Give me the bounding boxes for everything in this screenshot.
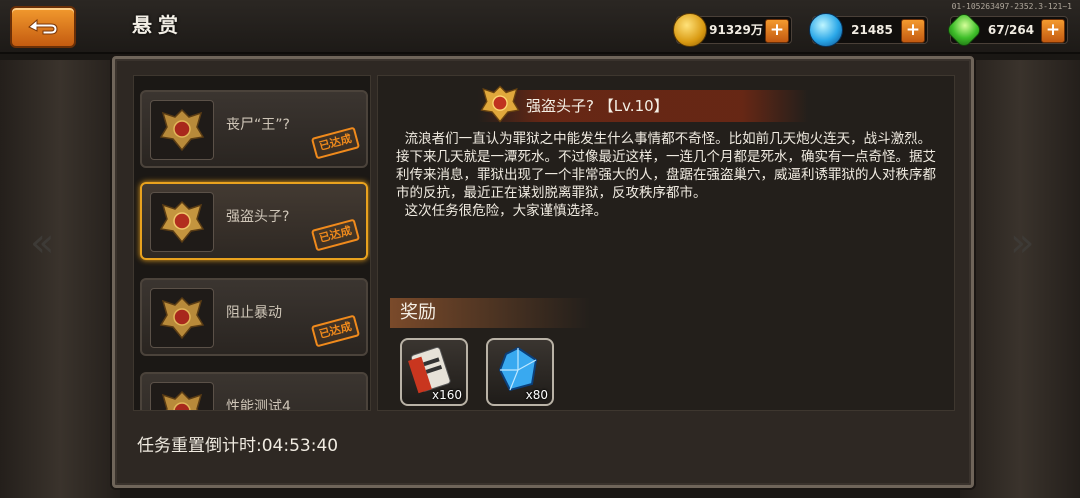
bounty-name: 性能测试4 <box>226 399 291 411</box>
bounty-item[interactable]: 阻止暴动 已达成 <box>140 278 368 356</box>
back-arrow-icon <box>28 18 58 35</box>
detail-emblem-icon <box>478 82 522 130</box>
chevron-left-icon: « <box>30 220 55 266</box>
bounty-name: 丧尸“王”? <box>226 117 290 133</box>
bounty-detail: 强盗头子? 【Lv.10】 流浪者们一直认为罪狱之中能发生什么事情都不奇怪。比如… <box>377 75 955 411</box>
add-energy-button[interactable]: + <box>1041 19 1065 43</box>
gem-resource: 21485 + <box>809 13 928 47</box>
completed-stamp: 已达成 <box>310 126 361 160</box>
completed-stamp: 已达成 <box>310 218 361 252</box>
gem-value: 21485 <box>851 23 893 37</box>
detail-title: 强盗头子? 【Lv.10】 <box>526 97 669 115</box>
bounty-emblem-frame <box>150 192 214 252</box>
reward-item[interactable]: x160 <box>400 338 468 406</box>
add-gem-button[interactable]: + <box>901 19 925 43</box>
reset-countdown: 任务重置倒计时:04:53:40 <box>137 436 339 456</box>
detail-description: 流浪者们一直认为罪狱之中能发生什么事情都不奇怪。比如前几天炮火连天，战斗激烈。接… <box>396 131 936 219</box>
bounty-item[interactable]: 性能测试4 <box>140 372 368 411</box>
blue-gem-icon <box>809 13 843 47</box>
top-bar: 悬赏 01-105263497-2352.3-121~1 91329万 + 21… <box>0 0 1080 54</box>
page-title: 悬赏 <box>132 13 184 37</box>
chevron-right-icon: » <box>1010 220 1035 266</box>
reward-qty: x80 <box>525 388 548 402</box>
back-button[interactable] <box>10 6 76 48</box>
green-energy-icon <box>944 10 984 50</box>
energy-resource: 67/264 + <box>944 10 1068 50</box>
reward-item[interactable]: x80 <box>486 338 554 406</box>
build-id: 01-105263497-2352.3-121~1 <box>951 2 1072 11</box>
right-wall-decor: » <box>960 60 1080 498</box>
gold-resource: 91329万 + <box>673 13 792 47</box>
add-gold-button[interactable]: + <box>765 19 789 43</box>
bounty-emblem-icon <box>159 296 205 340</box>
bounty-window: 丧尸“王”? 已达成 强盗头子? 已达成 阻止暴动 已达成 性能测试4 强盗头子… <box>112 56 974 488</box>
gold-value: 91329万 <box>709 23 763 37</box>
bounty-emblem-frame <box>150 288 214 348</box>
bounty-item-selected[interactable]: 强盗头子? 已达成 <box>140 182 368 260</box>
bounty-emblem-icon <box>159 200 205 244</box>
bounty-item[interactable]: 丧尸“王”? 已达成 <box>140 90 368 168</box>
gold-coin-icon <box>673 13 707 47</box>
bounty-emblem-frame <box>150 100 214 160</box>
bounty-name: 阻止暴动 <box>226 305 282 321</box>
reward-label: 奖励 <box>400 302 436 323</box>
bounty-emblem-icon <box>159 108 205 152</box>
left-wall-decor: « <box>0 60 120 498</box>
bounty-emblem-frame <box>150 382 214 410</box>
bounty-name: 强盗头子? <box>226 209 290 225</box>
bounty-emblem-icon <box>161 390 203 410</box>
reward-qty: x160 <box>431 388 462 402</box>
bounty-list[interactable]: 丧尸“王”? 已达成 强盗头子? 已达成 阻止暴动 已达成 性能测试4 <box>133 75 371 411</box>
energy-value: 67/264 <box>987 23 1035 37</box>
completed-stamp: 已达成 <box>310 314 361 348</box>
